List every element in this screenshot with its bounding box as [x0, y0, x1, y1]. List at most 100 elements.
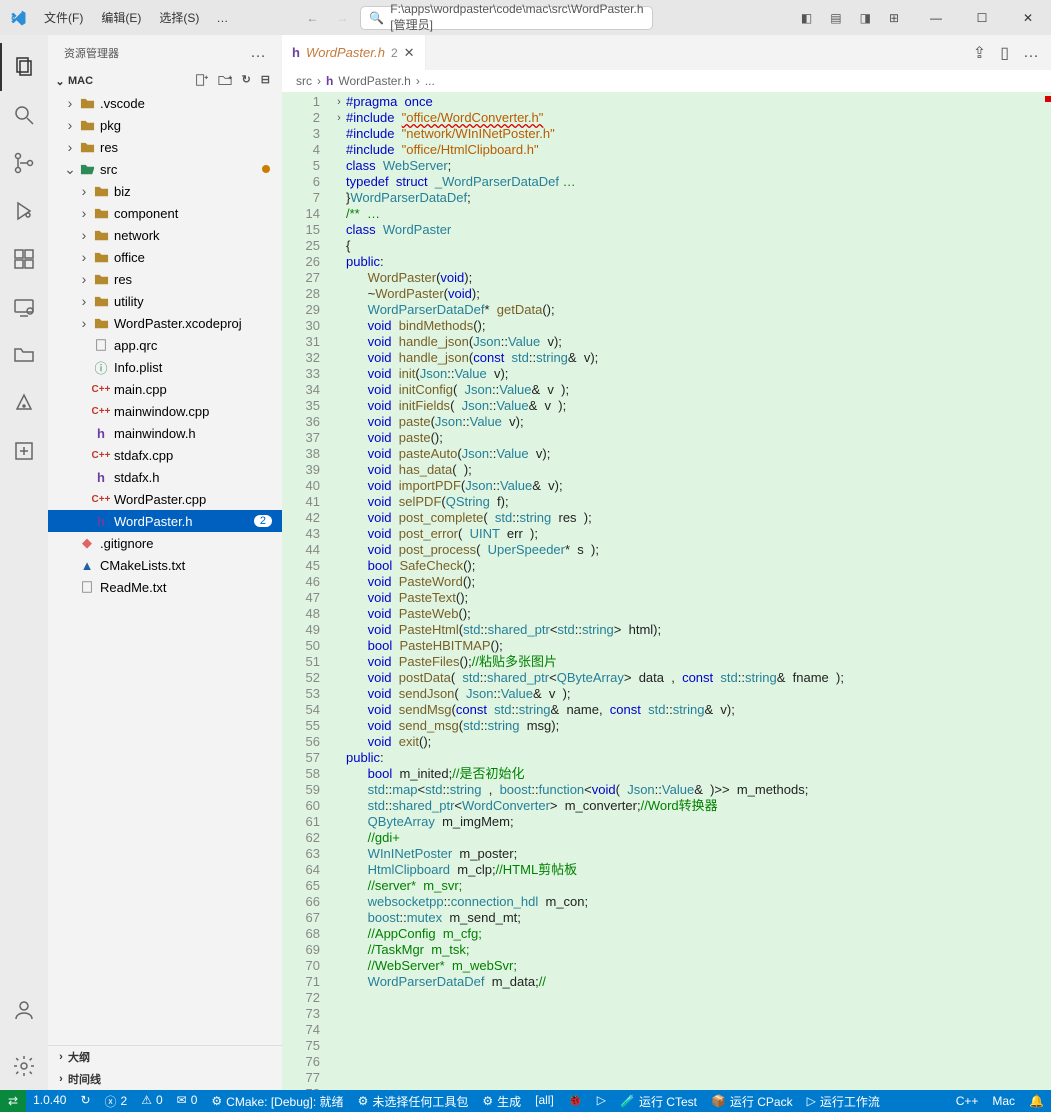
breadcrumb-file[interactable]: WordPaster.h	[338, 74, 410, 88]
tree-item[interactable]: ›res	[48, 268, 282, 290]
nav-back[interactable]: ←	[306, 11, 318, 25]
statusbar-item[interactable]: 1.0.40	[26, 1093, 73, 1107]
tree-item[interactable]: C++main.cpp	[48, 378, 282, 400]
layout-panel-icon[interactable]: ▤	[830, 11, 841, 25]
tree-item[interactable]: hmainwindow.h	[48, 422, 282, 444]
tree-item[interactable]: hstdafx.h	[48, 466, 282, 488]
tree-item[interactable]: ›network	[48, 224, 282, 246]
tree-item[interactable]: app.qrc	[48, 334, 282, 356]
menu-ellipsis[interactable]: …	[208, 11, 236, 25]
compare-icon[interactable]: ⇪	[973, 43, 986, 63]
statusbar-item[interactable]: 🐞	[561, 1093, 590, 1107]
folder-root[interactable]: ⌄ MAC ↻ ⊟	[48, 70, 282, 92]
new-folder-icon[interactable]	[218, 73, 232, 90]
more-icon[interactable]: …	[1023, 44, 1039, 62]
tree-item[interactable]: ⓘInfo.plist	[48, 356, 282, 378]
menu-item[interactable]: 选择(S)	[150, 9, 208, 26]
code-editor[interactable]: #pragma once#include "office/WordConvert…	[346, 92, 1041, 1090]
tree-item[interactable]: ⌄src	[48, 158, 282, 180]
breadcrumb-src[interactable]: src	[296, 74, 312, 88]
error-marker[interactable]	[1045, 96, 1051, 102]
layout-sidebar-right-icon[interactable]: ◨	[860, 11, 871, 25]
nav-forward[interactable]: →	[336, 11, 348, 25]
statusbar-item[interactable]: ⓧ2	[98, 1093, 135, 1110]
tree-item[interactable]: ›res	[48, 136, 282, 158]
activity-cmake[interactable]	[0, 427, 48, 475]
minimize-button[interactable]: —	[913, 0, 959, 35]
statusbar-item[interactable]: ⚙未选择任何工具包	[351, 1093, 476, 1110]
cpp-icon: C++	[92, 384, 110, 395]
tree-item[interactable]: ◆.gitignore	[48, 532, 282, 554]
activity-explorer[interactable]	[0, 43, 48, 91]
layout-customize-icon[interactable]: ⊞	[889, 11, 899, 25]
statusbar-item[interactable]: ⚙生成	[475, 1093, 528, 1110]
statusbar-item[interactable]: ↻	[73, 1093, 97, 1107]
statusbar-item[interactable]: Mac	[985, 1094, 1022, 1108]
tree-item[interactable]: ›utility	[48, 290, 282, 312]
folder-open-icon	[78, 162, 96, 177]
outline-section[interactable]: ›大纲	[48, 1046, 282, 1068]
tree-item-label: office	[114, 250, 145, 265]
maximize-button[interactable]: ☐	[959, 0, 1005, 35]
tree-item[interactable]: ›component	[48, 202, 282, 224]
breadcrumb-more[interactable]: ...	[425, 74, 435, 88]
tree-item-label: WordPaster.cpp	[114, 492, 206, 507]
statusbar-item[interactable]: ⚙CMake: [Debug]: 就绪	[204, 1093, 350, 1110]
new-file-icon[interactable]	[194, 73, 208, 90]
minimap[interactable]	[1041, 92, 1051, 1090]
activity-account[interactable]	[0, 986, 48, 1034]
explorer-more-icon[interactable]: …	[250, 44, 266, 62]
tree-item[interactable]: C++WordPaster.cpp	[48, 488, 282, 510]
status-bar: ⇄ 1.0.40↻ⓧ2⚠0✉0⚙CMake: [Debug]: 就绪⚙未选择任何…	[0, 1090, 1051, 1112]
activity-testing[interactable]	[0, 379, 48, 427]
tree-item[interactable]: hWordPaster.h2	[48, 510, 282, 532]
activity-remote[interactable]	[0, 283, 48, 331]
command-center[interactable]: 🔍 F:\apps\wordpaster\code\mac\src\WordPa…	[360, 6, 652, 30]
fold-column[interactable]: ››	[332, 92, 346, 1090]
activity-run[interactable]	[0, 187, 48, 235]
activity-settings[interactable]	[0, 1042, 48, 1090]
activity-scm[interactable]	[0, 139, 48, 187]
activity-folder[interactable]	[0, 331, 48, 379]
statusbar-item[interactable]: ✉0	[170, 1093, 205, 1107]
tree-item[interactable]: ReadMe.txt	[48, 576, 282, 598]
statusbar-item[interactable]: ▷	[590, 1093, 613, 1107]
statusbar-left: 1.0.40↻ⓧ2⚠0✉0⚙CMake: [Debug]: 就绪⚙未选择任何工具…	[26, 1093, 887, 1110]
statusbar-item[interactable]: [all]	[528, 1093, 561, 1107]
tree-item[interactable]: C++mainwindow.cpp	[48, 400, 282, 422]
activity-search[interactable]	[0, 91, 48, 139]
title-bar: 文件(F)编辑(E)选择(S) … ← → 🔍 F:\apps\wordpast…	[0, 0, 1051, 35]
split-icon[interactable]: ▯	[1000, 43, 1009, 63]
tree-item[interactable]: ›pkg	[48, 114, 282, 136]
tab-wordpaster-h[interactable]: h WordPaster.h 2 ✕	[282, 35, 426, 70]
folder-icon	[92, 316, 110, 331]
statusbar-item[interactable]: 🔔	[1022, 1094, 1051, 1108]
search-text: F:\apps\wordpaster\code\mac\src\WordPast…	[390, 2, 643, 33]
statusbar-item[interactable]: 🧪运行 CTest	[613, 1093, 704, 1110]
tree-item[interactable]: ›.vscode	[48, 92, 282, 114]
chevron-down-icon: ⌄	[52, 75, 68, 88]
activity-extensions[interactable]	[0, 235, 48, 283]
statusbar-item[interactable]: ⚠0	[134, 1093, 169, 1107]
tree-item[interactable]: ›biz	[48, 180, 282, 202]
tab-close-icon[interactable]: ✕	[404, 45, 415, 61]
statusbar-item[interactable]: ▷运行工作流	[800, 1093, 887, 1110]
folder-icon	[92, 250, 110, 265]
tab-label: WordPaster.h	[306, 45, 385, 60]
layout-sidebar-left-icon[interactable]: ◧	[801, 11, 812, 25]
tree-item[interactable]: C++stdafx.cpp	[48, 444, 282, 466]
statusbar-item[interactable]: 📦运行 CPack	[704, 1093, 800, 1110]
tree-item[interactable]: ›WordPaster.xcodeproj	[48, 312, 282, 334]
menu-item[interactable]: 文件(F)	[35, 9, 92, 26]
refresh-icon[interactable]: ↻	[242, 73, 251, 90]
menu-item[interactable]: 编辑(E)	[92, 9, 150, 26]
statusbar-item[interactable]: C++	[949, 1094, 986, 1108]
tree-item[interactable]: ›office	[48, 246, 282, 268]
search-icon: 🔍	[369, 11, 384, 25]
breadcrumb[interactable]: src › h WordPaster.h › ...	[282, 70, 1051, 92]
remote-indicator[interactable]: ⇄	[0, 1090, 26, 1112]
timeline-section[interactable]: ›时间线	[48, 1068, 282, 1090]
collapse-icon[interactable]: ⊟	[261, 73, 270, 90]
tree-item[interactable]: ▲CMakeLists.txt	[48, 554, 282, 576]
close-button[interactable]: ✕	[1005, 0, 1051, 35]
